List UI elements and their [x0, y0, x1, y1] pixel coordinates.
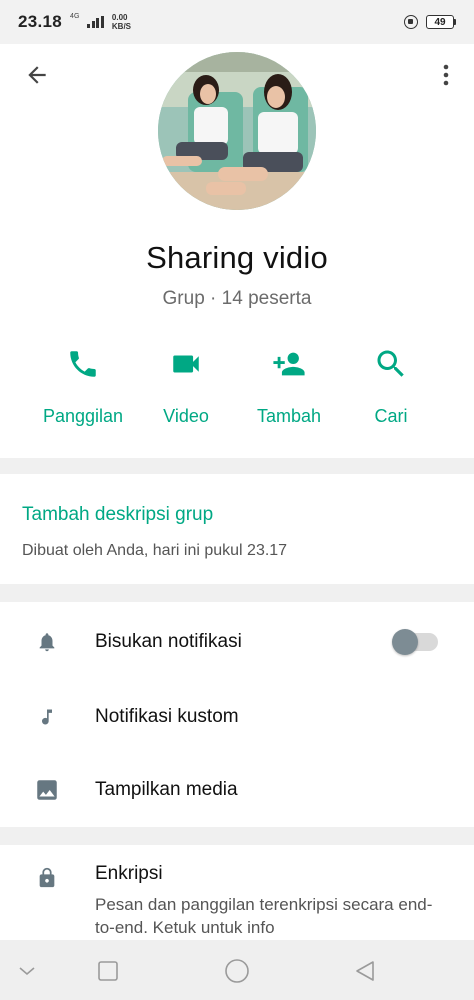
videocam-icon — [173, 355, 199, 373]
chevron-down-icon — [19, 967, 35, 976]
search-icon — [377, 350, 404, 377]
network-type: 4G — [70, 12, 80, 20]
mute-notifications-row[interactable]: Bisukan notifikasi — [0, 612, 474, 672]
nav-home-button[interactable] — [224, 958, 250, 984]
add-participant-button[interactable]: Tambah — [234, 344, 344, 427]
image-icon — [37, 780, 57, 800]
group-name[interactable]: Sharing vidio — [0, 240, 474, 276]
group-avatar[interactable] — [158, 52, 316, 210]
created-info: Dibuat oleh Anda, hari ini pukul 23.17 — [22, 542, 288, 559]
add-description-link[interactable]: Tambah deskripsi grup — [22, 504, 213, 526]
mute-notifications-label: Bisukan notifikasi — [95, 631, 242, 652]
more-vert-icon — [443, 64, 449, 86]
add-label: Tambah — [256, 406, 322, 426]
music-note-icon — [42, 709, 52, 725]
nav-collapse-button[interactable] — [14, 958, 40, 984]
nav-back-button[interactable] — [352, 958, 378, 984]
show-media-label: Tampilkan media — [95, 779, 238, 800]
video-call-button[interactable]: Video — [131, 344, 241, 427]
call-label: Panggilan — [42, 406, 124, 426]
circle-icon — [225, 959, 249, 983]
status-bar: 23.18 4G 0.00 KB/S 49 — [0, 0, 474, 44]
speed-unit: KB/S — [111, 22, 132, 31]
lock-icon — [39, 867, 55, 888]
notification-settings: Bisukan notifikasi Notifikasi kustom Tam… — [0, 602, 474, 827]
mute-toggle[interactable] — [392, 629, 438, 655]
signal-icon — [87, 16, 104, 28]
battery-level: 49 — [426, 15, 454, 29]
back-button[interactable] — [22, 60, 52, 90]
encryption-description: Pesan dan panggilan terenkripsi secara e… — [95, 895, 433, 937]
square-icon — [98, 961, 118, 981]
show-media-row[interactable]: Tampilkan media — [0, 760, 474, 820]
group-header: Sharing vidio Grup · 14 peserta Panggila… — [0, 44, 474, 458]
arrow-back-icon — [28, 66, 46, 84]
encryption-row[interactable]: Enkripsi Pesan dan panggilan terenkripsi… — [0, 845, 474, 945]
description-section: Tambah deskripsi grup Dibuat oleh Anda, … — [0, 474, 474, 584]
toggle-knob — [392, 629, 418, 655]
network-speed: 0.00 KB/S — [112, 13, 131, 31]
group-subtitle: Grup · 14 peserta — [162, 288, 312, 309]
speed-value: 0.00 — [111, 13, 128, 22]
nav-recents-button[interactable] — [95, 958, 121, 984]
search-label: Cari — [374, 406, 408, 426]
custom-notifications-row[interactable]: Notifikasi kustom — [0, 687, 474, 747]
call-button[interactable]: Panggilan — [28, 344, 138, 427]
custom-notifications-label: Notifikasi kustom — [95, 706, 239, 727]
group-photo — [158, 52, 316, 210]
action-bar: Panggilan Video Tambah Cari — [0, 344, 474, 427]
system-nav-bar — [0, 940, 474, 1000]
person-add-icon — [273, 352, 305, 376]
triangle-back-icon — [356, 961, 374, 981]
encryption-title: Enkripsi — [95, 863, 163, 884]
battery-icon: 49 — [426, 15, 456, 29]
rotation-lock-icon — [404, 15, 418, 29]
status-time: 23.18 — [18, 12, 63, 31]
phone-icon — [70, 351, 96, 377]
video-label: Video — [163, 406, 209, 426]
bell-icon — [39, 633, 55, 652]
more-options-button[interactable] — [434, 60, 458, 90]
search-button[interactable]: Cari — [336, 344, 446, 427]
